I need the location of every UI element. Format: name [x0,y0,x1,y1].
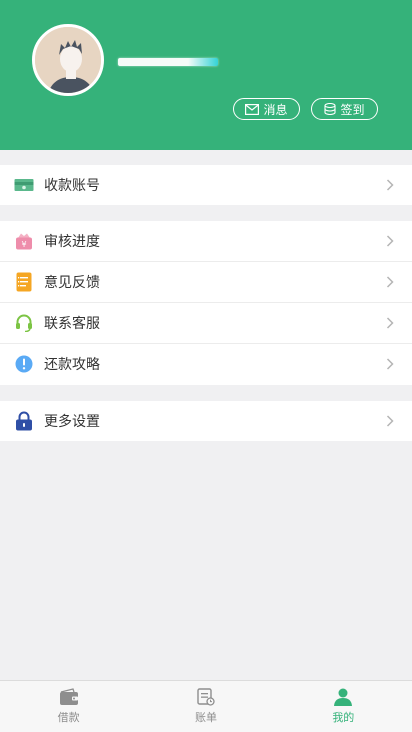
wallet-yen-icon: ¥ [14,231,34,251]
chevron-right-icon [386,276,394,288]
headset-icon [14,313,34,333]
chevron-right-icon [386,415,394,427]
menu-item-contact-support[interactable]: 联系客服 [0,303,412,344]
messages-button[interactable]: 消息 [233,98,300,120]
profile-header: 消息 签到 [0,0,412,150]
username-placeholder-bar [118,58,218,66]
tab-bill[interactable]: 账单 [137,681,274,732]
avatar-person-icon [35,27,101,93]
check-in-label: 签到 [340,102,365,117]
bottom-tab-bar: 借款 账单 我的 [0,680,412,732]
menu-item-label: 联系客服 [44,316,100,332]
menu-group-main: ¥ 审核进度 意见反馈 联系客服 还款攻略 [0,221,412,385]
menu-item-feedback[interactable]: 意见反馈 [0,262,412,303]
menu-item-label: 更多设置 [44,414,100,430]
menu-item-review-progress[interactable]: ¥ 审核进度 [0,221,412,262]
tab-label: 我的 [332,711,355,724]
notepad-icon [14,272,34,292]
user-icon [334,688,353,706]
menu-group-account: 收款账号 [0,165,412,205]
info-icon [14,354,34,374]
tab-borrow[interactable]: 借款 [0,681,137,732]
tab-label: 账单 [194,711,217,724]
chevron-right-icon [386,358,394,370]
wallet-icon [59,688,78,705]
menu-item-payee-account[interactable]: 收款账号 [0,165,412,205]
chevron-right-icon [386,179,394,191]
chevron-right-icon [386,235,394,247]
menu-item-label: 审核进度 [44,234,100,250]
tab-mine[interactable]: 我的 [275,681,412,732]
messages-label: 消息 [263,102,288,117]
check-in-button[interactable]: 签到 [311,98,378,120]
menu-group-settings: 更多设置 [0,401,412,441]
bill-icon [197,688,215,706]
menu-item-repayment-guide[interactable]: 还款攻略 [0,344,412,384]
money-card-icon [14,175,34,195]
menu-item-label: 意见反馈 [44,275,100,291]
envelope-icon [245,103,260,115]
menu-item-label: 收款账号 [44,178,100,194]
lock-icon [14,411,34,431]
chevron-right-icon [386,317,394,329]
svg-text:¥: ¥ [21,240,26,249]
tab-label: 借款 [57,711,80,724]
avatar[interactable] [32,24,104,96]
coins-icon [324,103,337,115]
menu-item-label: 还款攻略 [44,357,100,373]
menu-item-more-settings[interactable]: 更多设置 [0,401,412,441]
